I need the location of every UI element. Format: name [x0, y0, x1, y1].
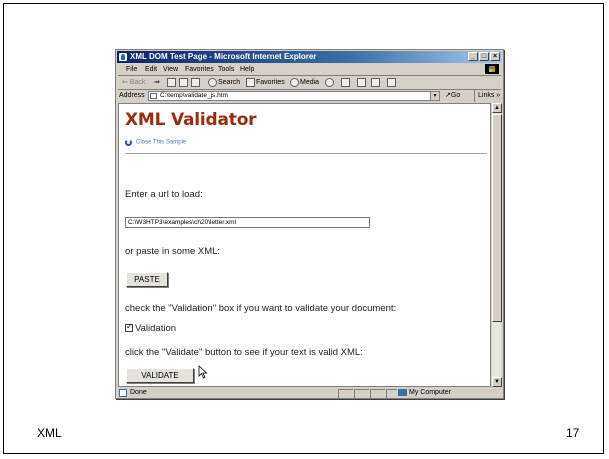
- divider: [125, 153, 487, 154]
- validate-button[interactable]: VALIDATE: [126, 368, 194, 383]
- validation-prompt: check the "Validation" box if you want t…: [125, 303, 397, 314]
- menu-favorites[interactable]: Favorites: [185, 64, 214, 75]
- search-button[interactable]: Search: [208, 76, 240, 89]
- address-input[interactable]: C:\temp\validate_js.htm ▾: [148, 91, 440, 101]
- go-button[interactable]: ↗Go: [445, 90, 460, 102]
- favorites-label: Favorites: [256, 79, 285, 86]
- status-segment: [370, 389, 385, 398]
- history-button[interactable]: [325, 76, 335, 89]
- address-value: C:\temp\validate_js.htm: [160, 92, 228, 99]
- search-icon: [208, 77, 217, 87]
- back-button[interactable]: ⇐ Back: [122, 76, 145, 89]
- edit-button[interactable]: [371, 76, 381, 89]
- page-title: XML Validator: [125, 110, 257, 130]
- paste-button[interactable]: PASTE: [126, 272, 168, 287]
- menu-tools[interactable]: Tools: [218, 64, 234, 75]
- menu-view[interactable]: View: [163, 64, 178, 75]
- enter-url-prompt: Enter a url to load:: [125, 189, 203, 200]
- media-label: Media: [300, 79, 320, 86]
- menu-bar: File Edit View Favorites Tools Help: [118, 64, 501, 76]
- address-label: Address: [119, 92, 145, 99]
- window-controls: _ □ ×: [468, 52, 500, 61]
- validation-checkbox-row[interactable]: Validation: [125, 322, 177, 334]
- close-button[interactable]: ×: [490, 52, 500, 61]
- windows-logo-icon: [485, 64, 499, 74]
- favorites-icon: [246, 77, 255, 87]
- scroll-down-icon[interactable]: ▼: [492, 377, 502, 387]
- chevron-down-icon[interactable]: ▾: [430, 92, 439, 100]
- address-bar: Address C:\temp\validate_js.htm ▾ ↗Go Li…: [118, 90, 501, 102]
- history-icon: [325, 77, 334, 87]
- menu-help[interactable]: Help: [240, 64, 254, 75]
- word-icon: [371, 77, 380, 87]
- refresh-icon: [179, 77, 188, 87]
- menu-file[interactable]: File: [126, 64, 137, 75]
- media-icon: [290, 77, 299, 87]
- ie-app-icon: [119, 53, 127, 61]
- home-button[interactable]: [191, 76, 201, 89]
- scroll-up-icon[interactable]: ▲: [492, 103, 502, 113]
- ie-window: XML DOM Test Page - Microsoft Internet E…: [115, 49, 504, 399]
- status-segment: [386, 389, 397, 398]
- close-sample-label: Close This Sample: [136, 139, 187, 146]
- my-computer-icon: [398, 388, 407, 396]
- title-bar[interactable]: XML DOM Test Page - Microsoft Internet E…: [117, 51, 502, 63]
- discuss-icon: [387, 77, 396, 87]
- maximize-button[interactable]: □: [479, 52, 489, 61]
- minimize-button[interactable]: _: [468, 52, 478, 61]
- validation-checkbox[interactable]: [125, 322, 133, 333]
- zone-label: My Computer: [409, 389, 452, 396]
- slide-footer-label: XML: [37, 426, 62, 440]
- search-label: Search: [218, 79, 241, 86]
- favorites-button[interactable]: Favorites: [246, 76, 285, 89]
- stop-button[interactable]: [167, 76, 177, 89]
- mail-button[interactable]: [341, 76, 351, 89]
- page-icon: [150, 93, 157, 99]
- page-icon: [119, 389, 127, 397]
- home-icon: [191, 77, 200, 87]
- stop-icon: [167, 77, 176, 87]
- status-segment: [354, 389, 369, 398]
- paste-prompt: or paste in some XML:: [125, 246, 221, 257]
- validation-label: Validation: [135, 323, 177, 334]
- mail-icon: [341, 77, 350, 87]
- links-button[interactable]: Links »: [474, 90, 500, 102]
- scroll-thumb[interactable]: [492, 114, 502, 322]
- go-label: Go: [450, 92, 461, 99]
- status-segment: [338, 389, 353, 398]
- zone-indicator: My Computer: [398, 388, 451, 398]
- print-button[interactable]: [357, 76, 367, 89]
- page-content: XML Validator Close This Sample Enter a …: [118, 103, 491, 387]
- toolbar: ⇐ Back ⇒ Search Favorites Media: [118, 76, 501, 90]
- slide-page-number: 17: [566, 426, 580, 440]
- vertical-scrollbar[interactable]: ▲ ▼: [491, 103, 502, 387]
- status-bar: Done My Computer: [118, 388, 501, 398]
- menu-edit[interactable]: Edit: [145, 64, 157, 75]
- media-button[interactable]: Media: [290, 76, 319, 89]
- cursor-icon: [198, 365, 208, 379]
- window-title: XML DOM Test Page - Microsoft Internet E…: [130, 52, 317, 61]
- status-text: Done: [130, 389, 147, 396]
- refresh-button[interactable]: [179, 76, 189, 89]
- forward-button[interactable]: ⇒: [154, 76, 160, 89]
- url-input[interactable]: C:\W3HTP3\examples\ch20\letter.xml: [125, 217, 370, 228]
- close-sample-link[interactable]: Close This Sample: [125, 139, 186, 146]
- refresh-icon: [125, 139, 132, 146]
- discuss-button[interactable]: [387, 76, 397, 89]
- validate-prompt: click the "Validate" button to see if yo…: [125, 347, 363, 358]
- print-icon: [357, 77, 366, 87]
